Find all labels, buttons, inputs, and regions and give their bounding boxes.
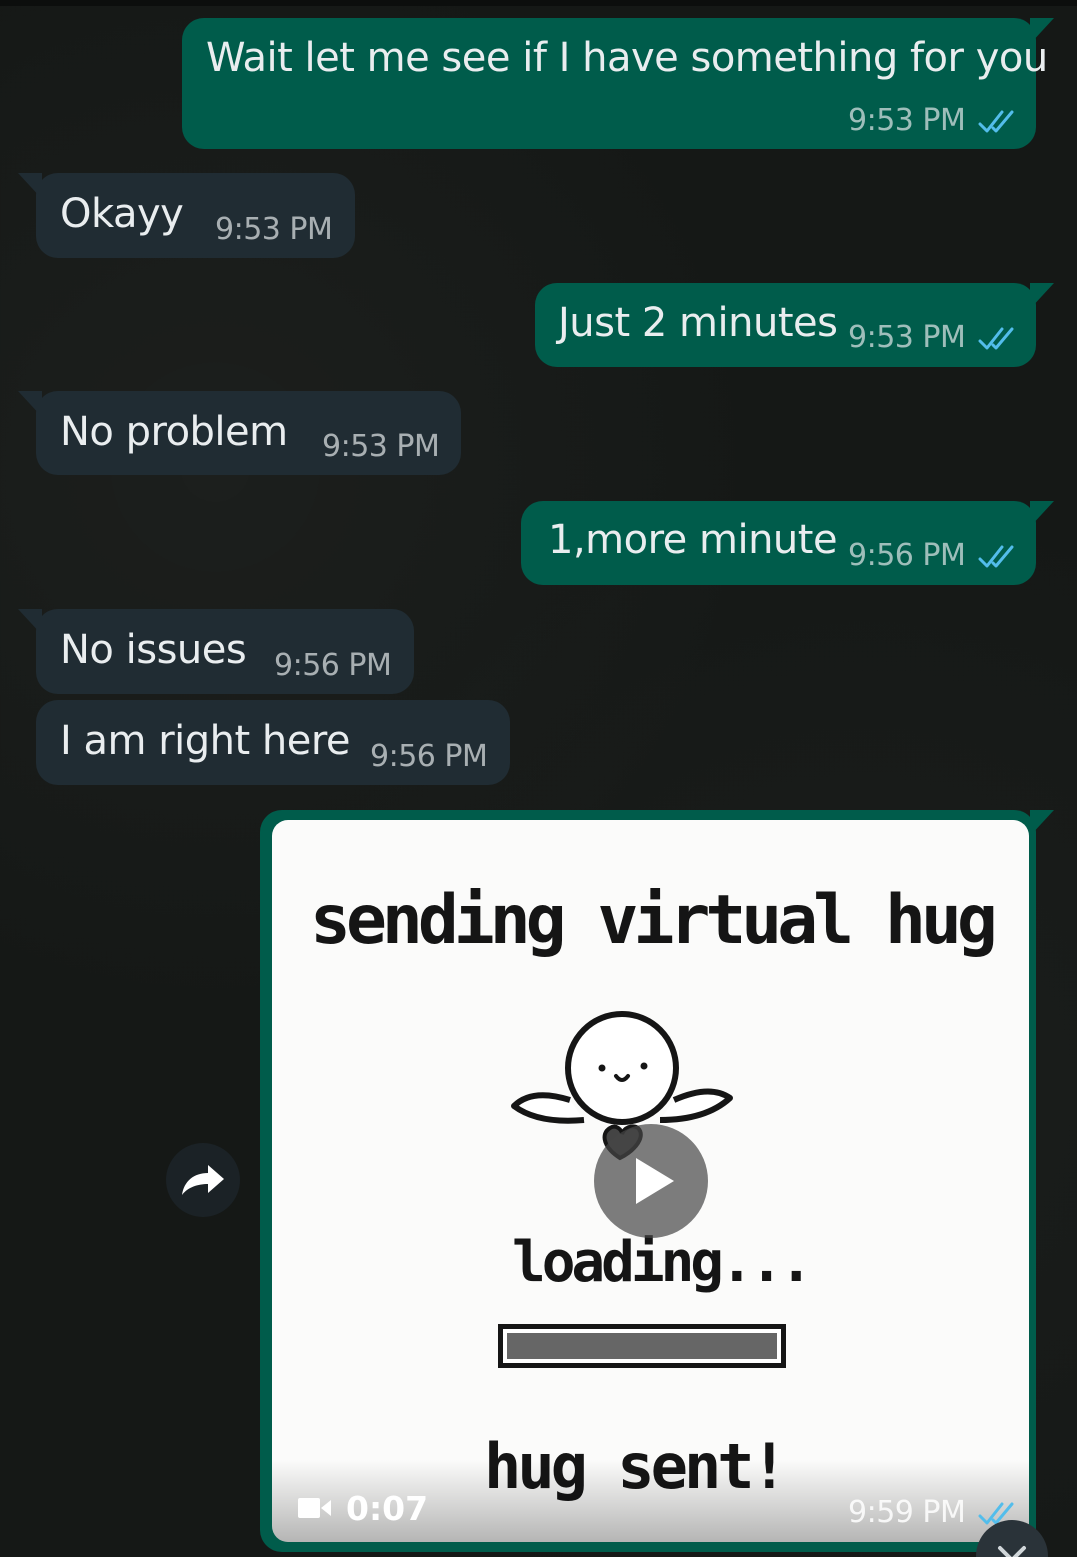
message-bubble-outgoing[interactable]: Just 2 minutes 9:53 PM: [535, 283, 1054, 367]
message-text: Just 2 minutes: [558, 300, 838, 346]
play-icon[interactable]: [594, 1124, 708, 1238]
message-time: 9:56 PM: [274, 648, 392, 683]
message-bubble-outgoing[interactable]: 1,more minute 9:56 PM: [521, 501, 1054, 585]
video-duration: 0:07: [346, 1489, 429, 1528]
video-caption-title: sending virtual hug: [310, 881, 998, 960]
bubble-tail: [18, 609, 42, 635]
message-text: No issues: [60, 627, 247, 673]
message-time: 9:53 PM: [322, 429, 440, 464]
double-check-icon: [978, 325, 1018, 353]
top-edge: [0, 0, 1077, 6]
bubble-tail: [18, 391, 42, 417]
message-bubble-incoming[interactable]: No issues 9:56 PM: [18, 609, 414, 694]
video-camera-icon: [298, 1496, 332, 1520]
message-time: 9:53 PM: [848, 103, 966, 138]
message-time: 9:56 PM: [370, 739, 488, 774]
message-text: Okayy: [60, 191, 184, 237]
loading-progress-fill: [507, 1333, 777, 1359]
bubble-tail: [18, 173, 42, 199]
forward-icon[interactable]: [166, 1143, 240, 1217]
bubble-tail: [1030, 283, 1054, 309]
message-bubble-outgoing[interactable]: Wait let me see if I have something for …: [182, 18, 1054, 149]
message-text: Wait let me see if I have something for …: [206, 35, 1048, 81]
message-time: 9:53 PM: [215, 212, 333, 247]
message-text: No problem: [60, 409, 288, 455]
loading-progress-bar: [498, 1324, 786, 1368]
video-caption-loading: loading...: [512, 1230, 813, 1295]
message-text: I am right here: [60, 718, 351, 764]
bubble-tail: [1030, 501, 1054, 527]
message-time: 9:59 PM: [848, 1495, 966, 1530]
chevron-down-icon[interactable]: [976, 1520, 1048, 1557]
double-check-icon: [978, 108, 1018, 136]
message-bubble-incoming[interactable]: No problem 9:53 PM: [18, 391, 461, 475]
bubble-tail: [1030, 810, 1054, 836]
message-time: 9:56 PM: [848, 538, 966, 573]
message-bubble-incoming[interactable]: Okayy 9:53 PM: [18, 173, 355, 258]
message-time: 9:53 PM: [848, 320, 966, 355]
message-text: 1,more minute: [548, 517, 838, 563]
double-check-icon: [978, 543, 1018, 571]
message-bubble-incoming[interactable]: I am right here 9:56 PM: [36, 700, 510, 785]
